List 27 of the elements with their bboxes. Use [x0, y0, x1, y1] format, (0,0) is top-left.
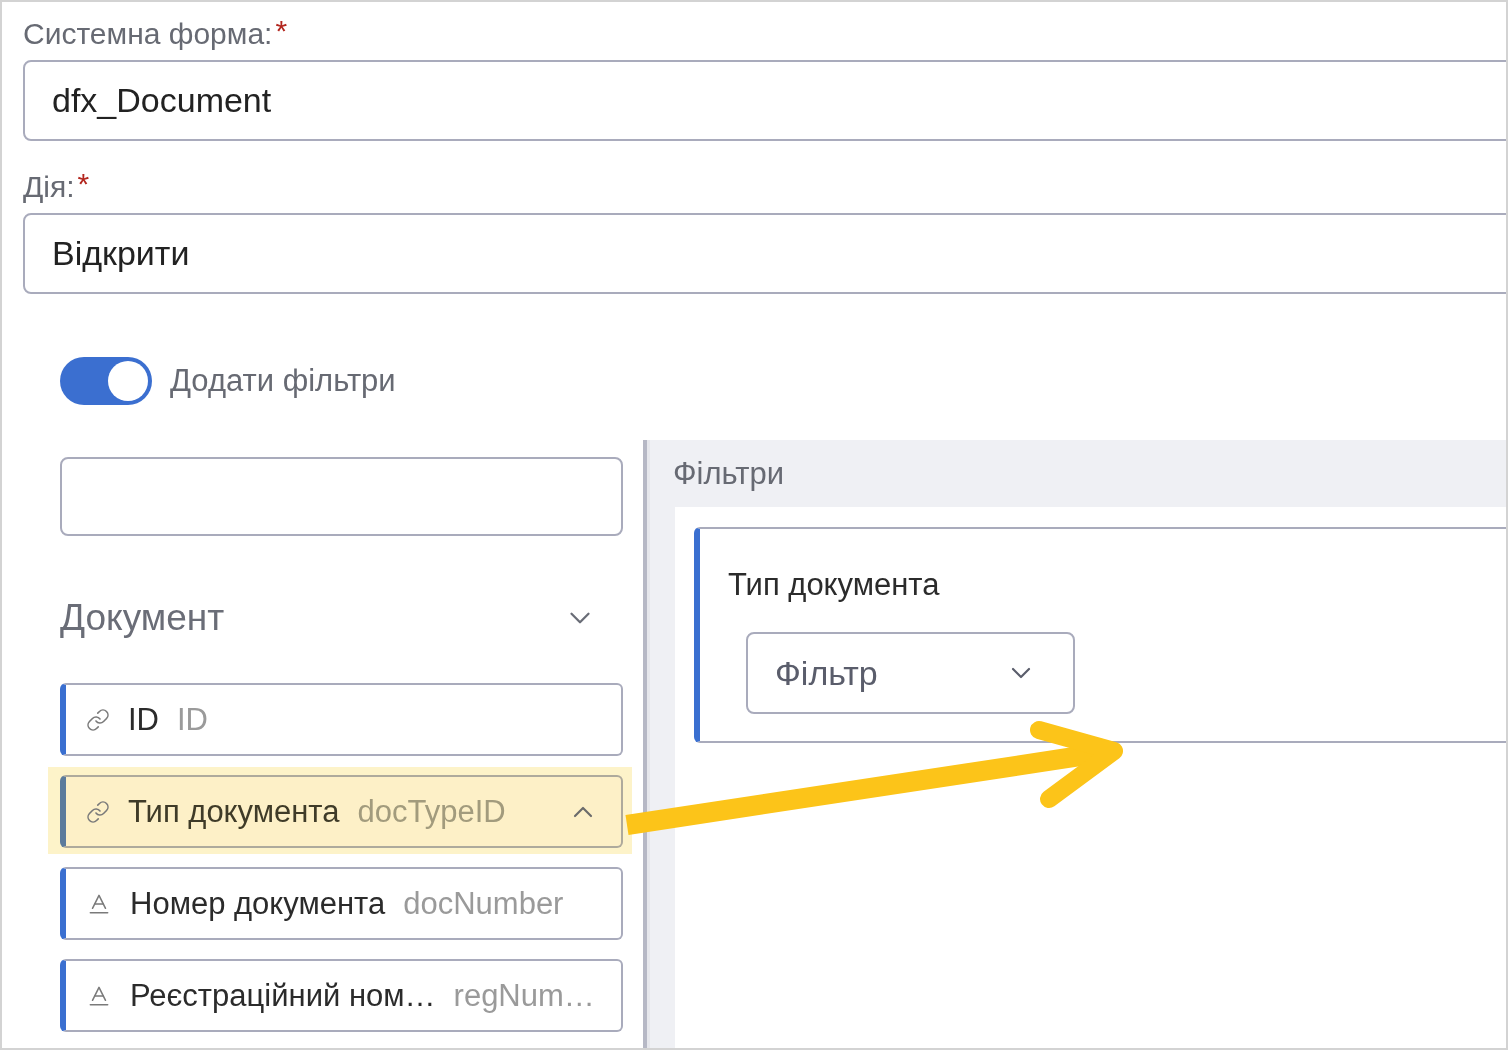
text-input[interactable]: Відкрити — [23, 213, 1506, 294]
search-field[interactable] — [60, 457, 623, 536]
link-icon — [86, 707, 110, 732]
field-item[interactable]: Тип документа docTypeID — [60, 775, 623, 848]
toggle-switch[interactable] — [60, 357, 152, 405]
field-item[interactable]: Реєстраційний ном… regNum… — [60, 959, 623, 1032]
link-icon — [86, 799, 110, 824]
field-code: docTypeID — [357, 793, 506, 830]
field-label: Дія: — [23, 171, 75, 203]
field-label: Системна форма: — [23, 18, 273, 50]
field-label: Номер документа — [130, 885, 386, 922]
toggle-label: Додати фільтри — [170, 363, 396, 399]
field-label: Тип документа — [128, 793, 340, 830]
field-code: regNum… — [453, 977, 595, 1014]
field-code: docNumber — [403, 885, 564, 922]
filter-dropdown[interactable]: Фільтр — [746, 632, 1075, 714]
field-item[interactable]: Номер документа docNumber — [60, 867, 623, 940]
required-mark: * — [275, 18, 288, 44]
field-label: ID — [128, 701, 159, 738]
field-label: Реєстраційний ном… — [130, 977, 436, 1014]
required-mark: * — [77, 171, 90, 197]
field-code: ID — [177, 701, 208, 738]
panel-title: Фільтри — [673, 455, 785, 492]
filter-label: Тип документа — [728, 568, 940, 602]
group-header[interactable]: Документ — [60, 596, 623, 640]
field-item[interactable]: ID ID — [60, 683, 623, 756]
text-input[interactable]: dfx_Document — [23, 60, 1506, 141]
